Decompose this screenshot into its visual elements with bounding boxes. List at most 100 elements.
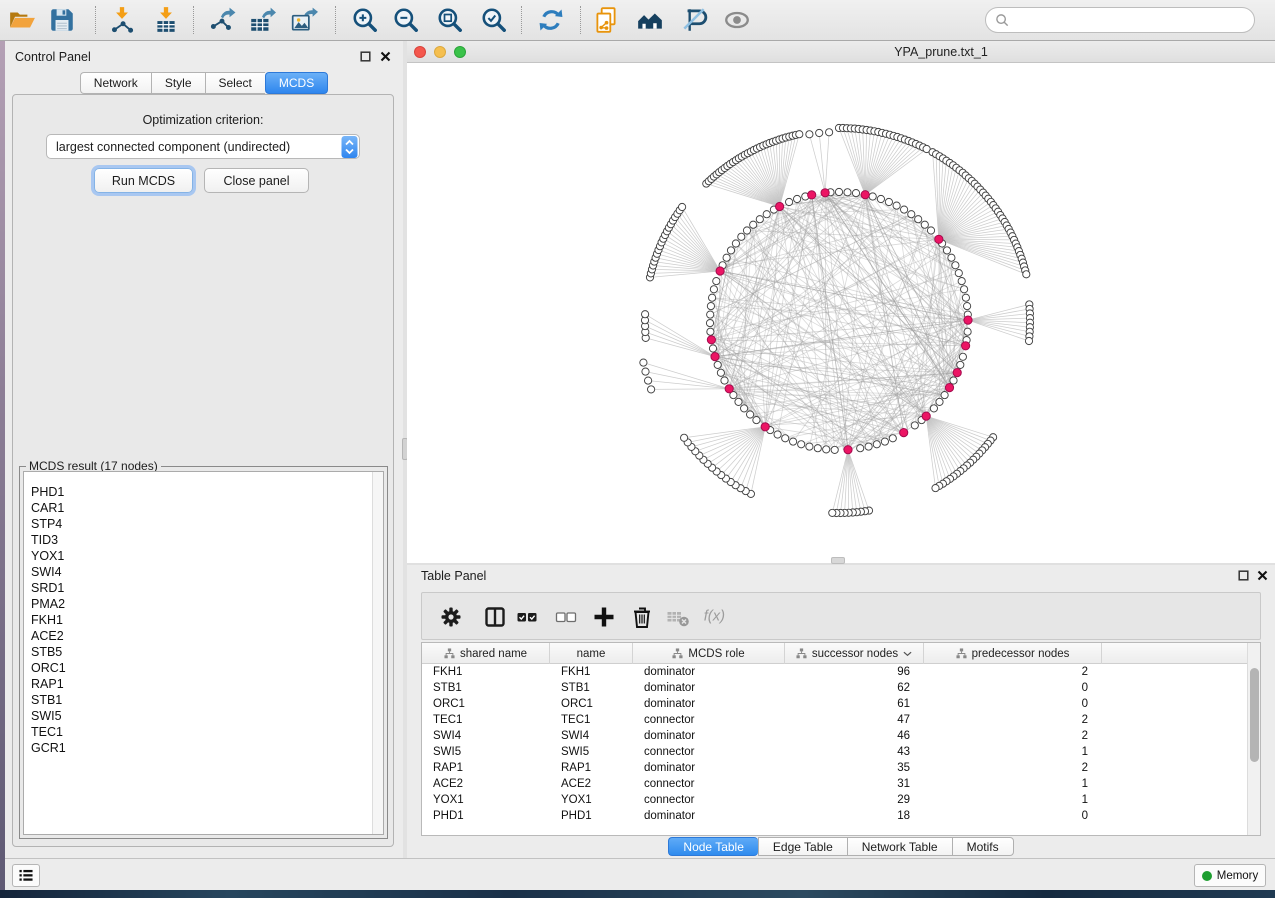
mcds-result-scrollbar[interactable] [372, 472, 383, 834]
export-table-icon[interactable] [248, 6, 276, 34]
cell-successor-nodes[interactable]: 29 [785, 792, 924, 808]
leaf-node[interactable] [1025, 337, 1032, 344]
node[interactable] [835, 188, 842, 195]
table-row[interactable]: YOX1YOX1connector291 [422, 792, 1247, 808]
run-mcds-button[interactable]: Run MCDS [94, 168, 193, 193]
node[interactable] [714, 361, 721, 368]
selected-node[interactable] [808, 191, 816, 199]
cell-MCDS-role[interactable]: dominator [633, 664, 785, 680]
cell-shared-name[interactable]: PHD1 [422, 808, 550, 824]
cell-shared-name[interactable]: FKH1 [422, 664, 550, 680]
cell-MCDS-role[interactable]: connector [633, 744, 785, 760]
cell-successor-nodes[interactable]: 62 [785, 680, 924, 696]
tab-style[interactable]: Style [151, 72, 205, 94]
leaf-node[interactable] [816, 129, 823, 136]
mcds-result-item[interactable]: GCR1 [31, 740, 383, 756]
mcds-result-item[interactable]: FKH1 [31, 612, 383, 628]
import-network-file-icon[interactable] [108, 6, 136, 34]
selected-node[interactable] [922, 412, 930, 420]
node[interactable] [885, 198, 892, 205]
tab-mcds[interactable]: MCDS [265, 72, 328, 94]
minimize-window-icon[interactable] [434, 46, 446, 58]
node[interactable] [823, 446, 830, 453]
column-header-MCDS-role[interactable]: MCDS role [633, 643, 785, 664]
copy-network-icon[interactable] [592, 6, 620, 34]
export-image-icon[interactable] [290, 6, 318, 34]
selected-node[interactable] [861, 191, 869, 199]
tab-node-table[interactable]: Node Table [668, 837, 758, 856]
tab-network[interactable]: Network [80, 72, 151, 94]
cell-predecessor-nodes[interactable]: 2 [924, 664, 1102, 680]
mcds-result-item[interactable]: SRD1 [31, 580, 383, 596]
cell-shared-name[interactable]: SWI5 [422, 744, 550, 760]
node[interactable] [707, 328, 714, 335]
selected-node[interactable] [707, 336, 715, 344]
node[interactable] [814, 445, 821, 452]
node[interactable] [957, 361, 964, 368]
node[interactable] [901, 206, 908, 213]
mcds-result-item[interactable]: PHD1 [31, 484, 383, 500]
cell-name[interactable]: TEC1 [550, 712, 633, 728]
node[interactable] [958, 278, 965, 285]
create-column-icon[interactable] [591, 604, 617, 630]
cell-name[interactable]: RAP1 [550, 760, 633, 776]
cell-predecessor-nodes[interactable]: 1 [924, 792, 1102, 808]
leaf-node[interactable] [829, 509, 836, 516]
cell-shared-name[interactable]: ACE2 [422, 776, 550, 792]
node[interactable] [782, 435, 789, 442]
mcds-result-item[interactable]: CAR1 [31, 500, 383, 516]
node[interactable] [857, 445, 864, 452]
cell-shared-name[interactable]: RAP1 [422, 760, 550, 776]
node[interactable] [723, 254, 730, 261]
cell-MCDS-role[interactable]: dominator [633, 728, 785, 744]
node[interactable] [865, 443, 872, 450]
cell-name[interactable]: PHD1 [550, 808, 633, 824]
node[interactable] [911, 422, 918, 429]
node[interactable] [889, 435, 896, 442]
selected-node[interactable] [935, 235, 943, 243]
cell-MCDS-role[interactable]: connector [633, 776, 785, 792]
leaf-node[interactable] [681, 434, 688, 441]
criterion-select[interactable]: largest connected component (undirected) [46, 134, 360, 159]
cell-successor-nodes[interactable]: 47 [785, 712, 924, 728]
mcds-result-item[interactable]: ACE2 [31, 628, 383, 644]
node[interactable] [743, 227, 750, 234]
mcds-result-item[interactable]: PMA2 [31, 596, 383, 612]
node[interactable] [710, 286, 717, 293]
cell-shared-name[interactable]: SWI4 [422, 728, 550, 744]
import-table-file-icon[interactable] [152, 6, 180, 34]
node[interactable] [873, 441, 880, 448]
tab-edge-table[interactable]: Edge Table [758, 837, 847, 856]
node[interactable] [936, 398, 943, 405]
mcds-result-item[interactable]: YOX1 [31, 548, 383, 564]
task-history-button[interactable] [12, 864, 40, 887]
node[interactable] [732, 240, 739, 247]
cell-name[interactable]: STB1 [550, 680, 633, 696]
close-table-panel-icon[interactable] [1257, 570, 1269, 582]
zoom-selected-icon[interactable] [480, 6, 508, 34]
cell-name[interactable]: FKH1 [550, 664, 633, 680]
show-graphics-details-icon[interactable] [723, 6, 751, 34]
node[interactable] [707, 303, 714, 310]
selected-node[interactable] [953, 369, 961, 377]
cell-shared-name[interactable]: YOX1 [422, 792, 550, 808]
node[interactable] [786, 198, 793, 205]
node[interactable] [727, 247, 734, 254]
node[interactable] [869, 193, 876, 200]
node[interactable] [763, 211, 770, 218]
column-header-successor-nodes[interactable]: successor nodes [785, 643, 924, 664]
node[interactable] [709, 294, 716, 301]
node[interactable] [706, 320, 713, 327]
zoom-fit-icon[interactable] [436, 6, 464, 34]
mcds-result-item[interactable]: ORC1 [31, 660, 383, 676]
cell-predecessor-nodes[interactable]: 2 [924, 712, 1102, 728]
leaf-node[interactable] [796, 131, 803, 138]
export-network-icon[interactable] [208, 6, 236, 34]
cell-successor-nodes[interactable]: 35 [785, 760, 924, 776]
node[interactable] [806, 443, 813, 450]
selected-node[interactable] [725, 385, 733, 393]
home-icon[interactable] [636, 6, 664, 34]
node[interactable] [747, 411, 754, 418]
selected-node[interactable] [761, 423, 769, 431]
node[interactable] [962, 294, 969, 301]
